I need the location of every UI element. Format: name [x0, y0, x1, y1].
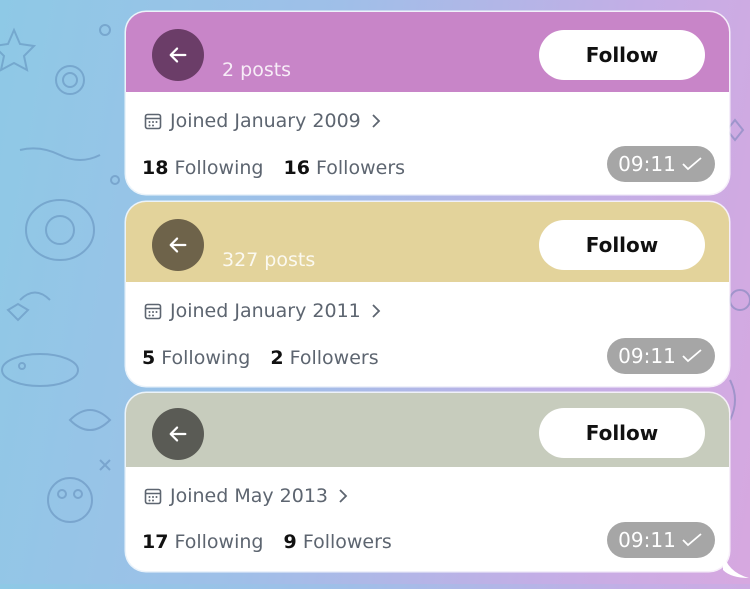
- calendar-icon: [144, 303, 162, 320]
- followers-count: 2: [270, 347, 284, 369]
- profile-banner: 327 posts Follow: [126, 202, 729, 282]
- follow-button[interactable]: Follow: [539, 30, 705, 80]
- follow-stats: 18 Following 16 Followers: [142, 157, 405, 179]
- joined-date[interactable]: Joined January 2011: [144, 300, 381, 322]
- followers-label: Followers: [302, 531, 392, 553]
- posts-count: 2 posts: [222, 59, 292, 81]
- calendar-icon: [144, 113, 162, 130]
- chevron-right-icon: [339, 489, 348, 503]
- joined-label: Joined January 2011: [170, 300, 361, 322]
- joined-date[interactable]: Joined January 2009: [144, 110, 381, 132]
- arrow-left-icon: [169, 237, 187, 253]
- chevron-right-icon: [372, 304, 381, 318]
- followers-label: Followers: [316, 157, 406, 179]
- following-link[interactable]: 17 Following: [142, 531, 263, 553]
- arrow-left-icon: [169, 426, 187, 442]
- followers-label: Followers: [289, 347, 379, 369]
- message-time: 09:11: [607, 338, 715, 374]
- follow-button[interactable]: Follow: [539, 408, 705, 458]
- followers-count: 9: [283, 531, 297, 553]
- joined-label: Joined January 2009: [170, 110, 361, 132]
- following-label: Following: [174, 531, 264, 553]
- following-count: 17: [142, 531, 169, 553]
- arrow-left-icon: [169, 47, 187, 63]
- following-count: 18: [142, 157, 169, 179]
- followers-count: 16: [283, 157, 310, 179]
- follow-button[interactable]: Follow: [539, 220, 705, 270]
- joined-label: Joined May 2013: [170, 485, 329, 507]
- calendar-icon: [144, 488, 162, 505]
- time-label: 09:11: [618, 344, 676, 368]
- joined-date[interactable]: Joined May 2013: [144, 485, 348, 507]
- followers-link[interactable]: 2 Followers: [270, 347, 378, 369]
- message-time: 09:11: [607, 146, 715, 182]
- back-button[interactable]: [152, 408, 204, 460]
- back-button[interactable]: [152, 219, 204, 271]
- checkmark-icon: [682, 157, 702, 171]
- follow-stats: 5 Following 2 Followers: [142, 347, 379, 369]
- back-button[interactable]: [152, 29, 204, 81]
- profile-card: 327 posts Follow Joined January 2011 5 F…: [126, 202, 729, 386]
- following-label: Following: [161, 347, 251, 369]
- following-link[interactable]: 5 Following: [142, 347, 250, 369]
- message-time: 09:11: [607, 522, 715, 558]
- chevron-right-icon: [372, 114, 381, 128]
- profile-banner: 2 posts Follow: [126, 12, 729, 92]
- following-link[interactable]: 18 Following: [142, 157, 263, 179]
- time-label: 09:11: [618, 152, 676, 176]
- posts-count: 327 posts: [222, 249, 316, 271]
- profile-card: 2 posts Follow Joined January 2009 18 Fo…: [126, 12, 729, 194]
- profile-card: Follow Joined May 2013 17 Following 9 Fo…: [126, 393, 729, 571]
- followers-link[interactable]: 16 Followers: [284, 157, 406, 179]
- following-label: Following: [174, 157, 264, 179]
- checkmark-icon: [682, 349, 702, 363]
- following-count: 5: [142, 347, 156, 369]
- follow-stats: 17 Following 9 Followers: [142, 531, 392, 553]
- time-label: 09:11: [618, 528, 676, 552]
- profile-banner: Follow: [126, 393, 729, 467]
- followers-link[interactable]: 9 Followers: [284, 531, 392, 553]
- bubble-tail: [723, 552, 749, 578]
- checkmark-icon: [682, 533, 702, 547]
